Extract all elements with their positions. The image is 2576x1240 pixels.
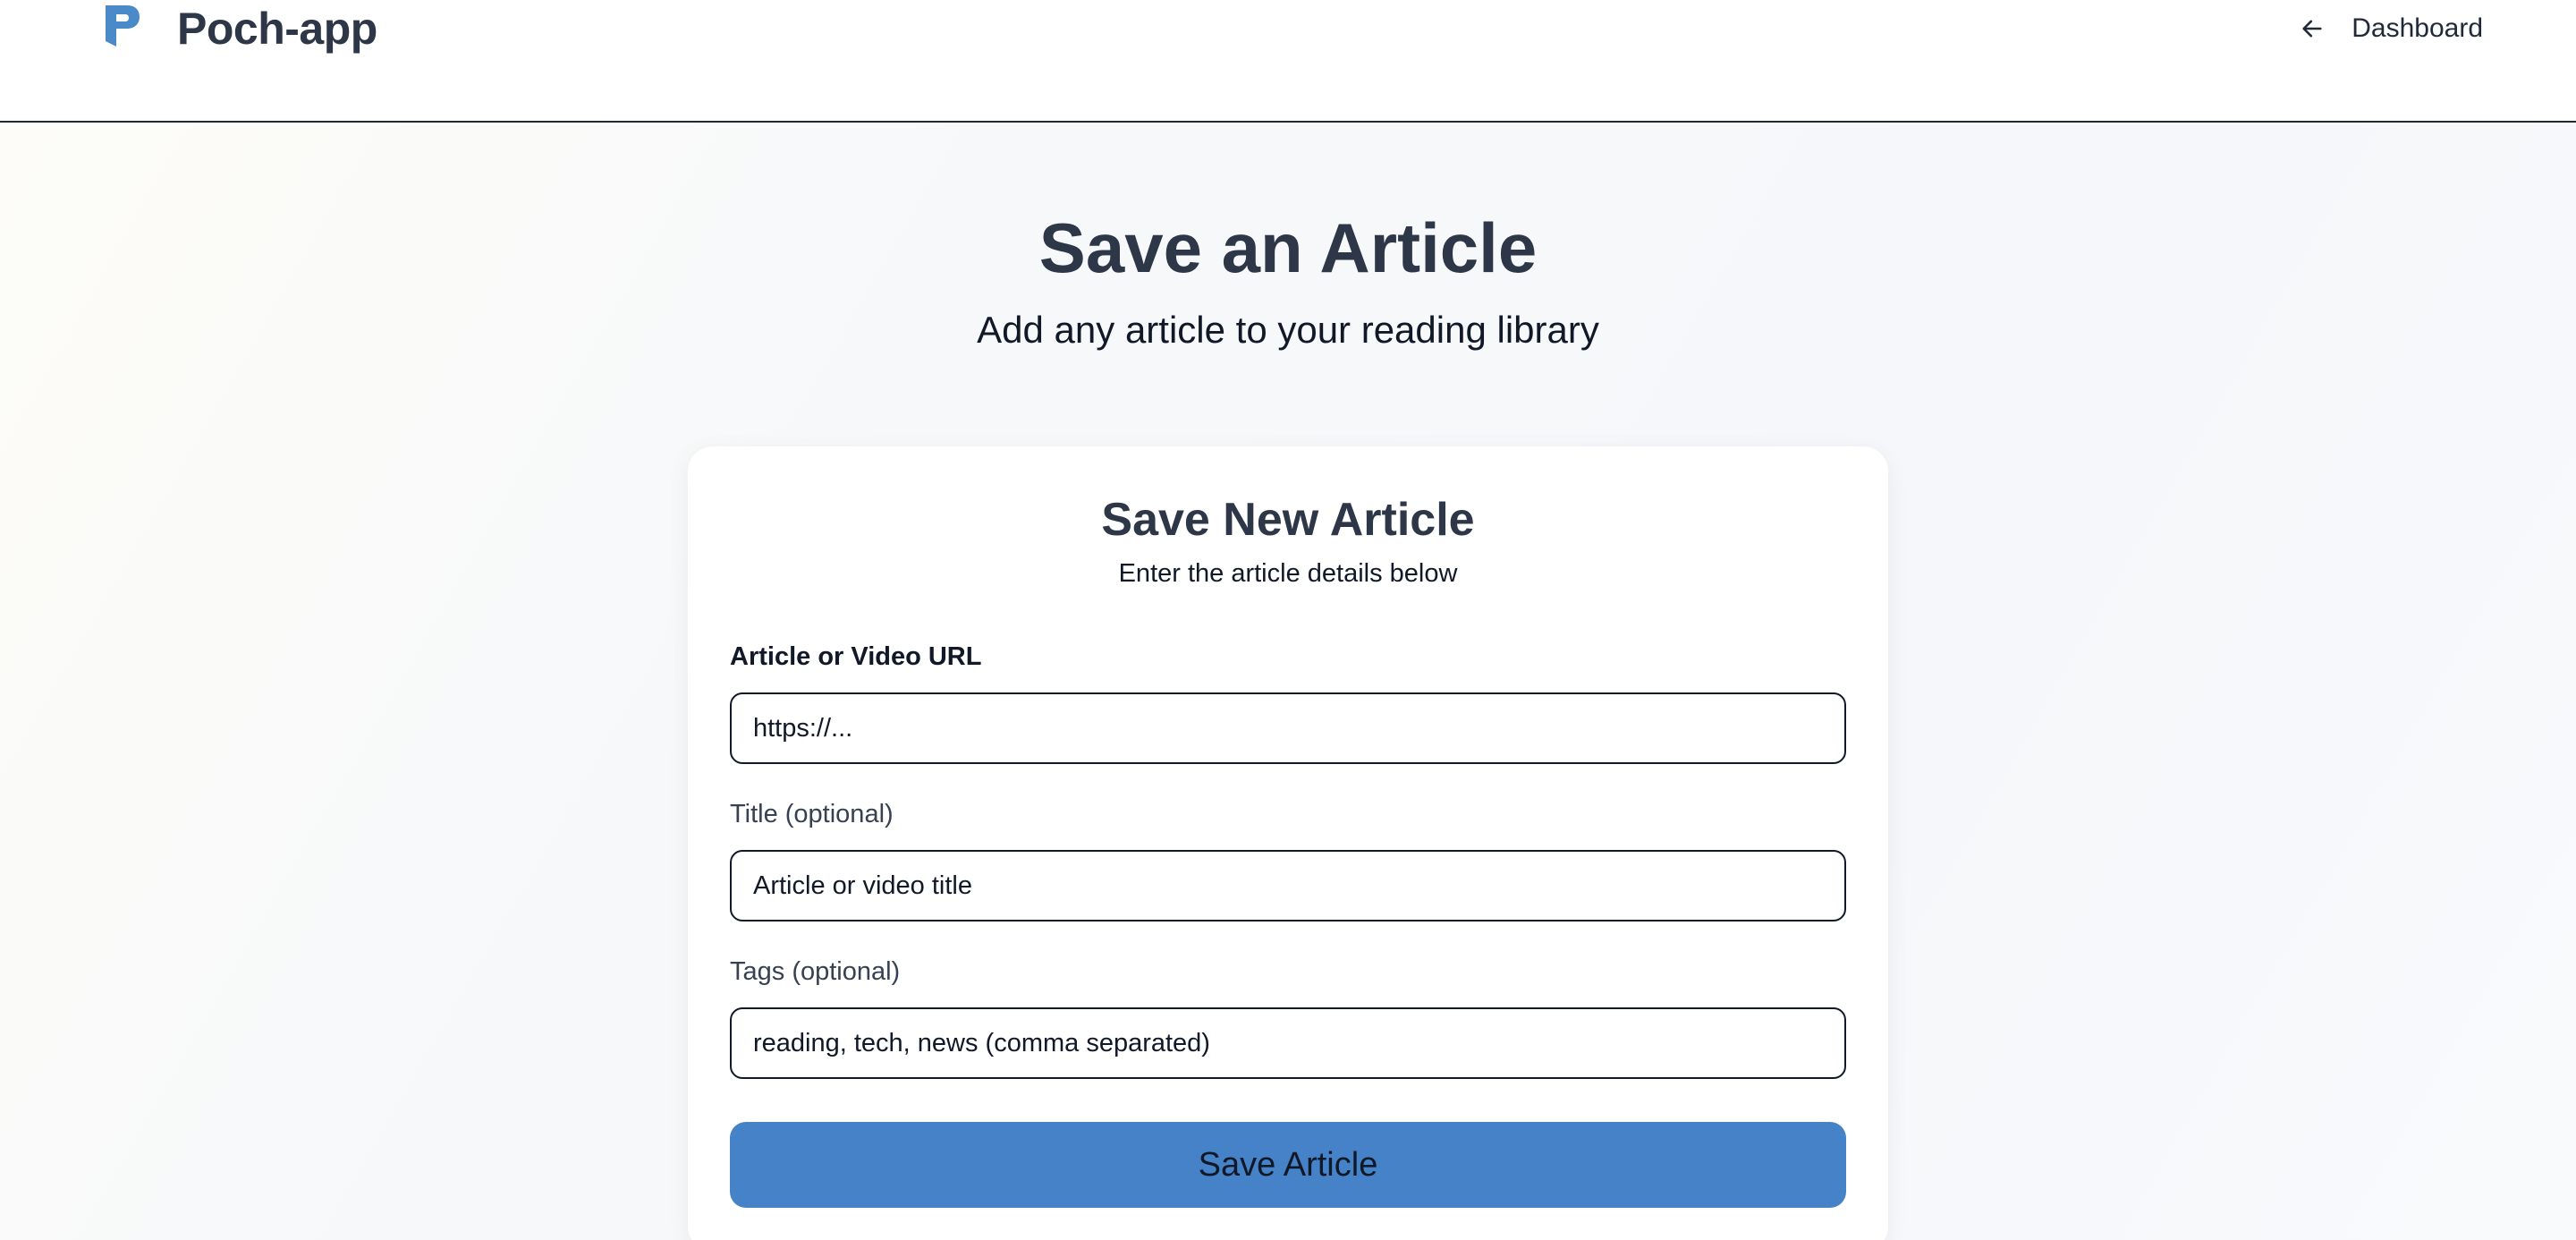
dashboard-link[interactable]: Dashboard [2300, 9, 2483, 48]
page-subtitle: Add any article to your reading library [977, 309, 1599, 351]
card-title: Save New Article [1101, 494, 1475, 546]
save-article-button[interactable]: Save Article [730, 1122, 1846, 1208]
page-title: Save an Article [1038, 208, 1538, 287]
main-content: Save an Article Add any article to your … [0, 124, 2576, 1240]
poch-logo-icon[interactable] [100, 2, 143, 50]
save-article-card: Save New Article Enter the article detai… [688, 446, 1888, 1240]
url-input[interactable] [730, 692, 1846, 764]
tags-input[interactable] [730, 1007, 1846, 1079]
title-label: Title (optional) [730, 800, 894, 828]
brand-name[interactable]: Poch-app [177, 0, 377, 57]
card-subtitle: Enter the article details below [1118, 559, 1458, 588]
url-label: Article or Video URL [730, 642, 982, 671]
tags-label: Tags (optional) [730, 957, 901, 986]
dashboard-link-label: Dashboard [2351, 13, 2483, 43]
title-input[interactable] [730, 850, 1846, 922]
arrow-left-icon [2302, 20, 2322, 38]
top-header: Poch-app Dashboard [0, 0, 2576, 123]
